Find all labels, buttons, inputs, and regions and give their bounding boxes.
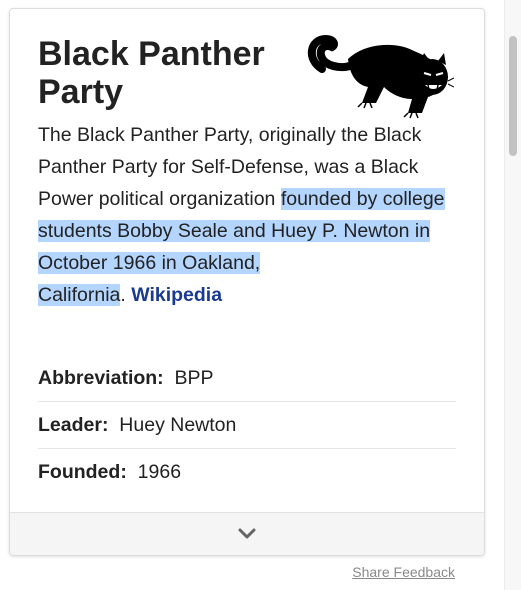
chevron-down-icon (238, 528, 256, 539)
scrollbar[interactable] (504, 0, 521, 590)
wikipedia-link[interactable]: Wikipedia (131, 284, 222, 306)
selected-text-end: California (38, 284, 121, 306)
fact-leader: Leader: Huey Newton (38, 402, 456, 449)
expand-button[interactable] (10, 512, 484, 555)
fact-label: Founded: (38, 461, 127, 483)
panel-title: Black Panther Party (38, 35, 265, 111)
fact-abbreviation: Abbreviation: BPP (38, 355, 456, 402)
fact-value: 1966 (137, 461, 182, 483)
facts-list: Abbreviation: BPP Leader: Huey Newton Fo… (38, 355, 456, 495)
fact-founded: Founded: 1966 (38, 449, 456, 495)
scrollbar-thumb[interactable] (509, 36, 517, 156)
panel-description: The Black Panther Party, originally the … (38, 119, 458, 311)
knowledge-panel: Black Panther Party The Black Panther Pa… (9, 8, 485, 556)
description-period: . (120, 284, 132, 306)
fact-value: BPP (174, 367, 214, 389)
black-panther-logo (308, 34, 454, 119)
fact-value-link[interactable]: Huey Newton (119, 414, 236, 436)
share-feedback-link[interactable]: Share Feedback (352, 564, 455, 580)
fact-label: Abbreviation: (38, 367, 164, 389)
fact-label: Leader: (38, 414, 109, 436)
